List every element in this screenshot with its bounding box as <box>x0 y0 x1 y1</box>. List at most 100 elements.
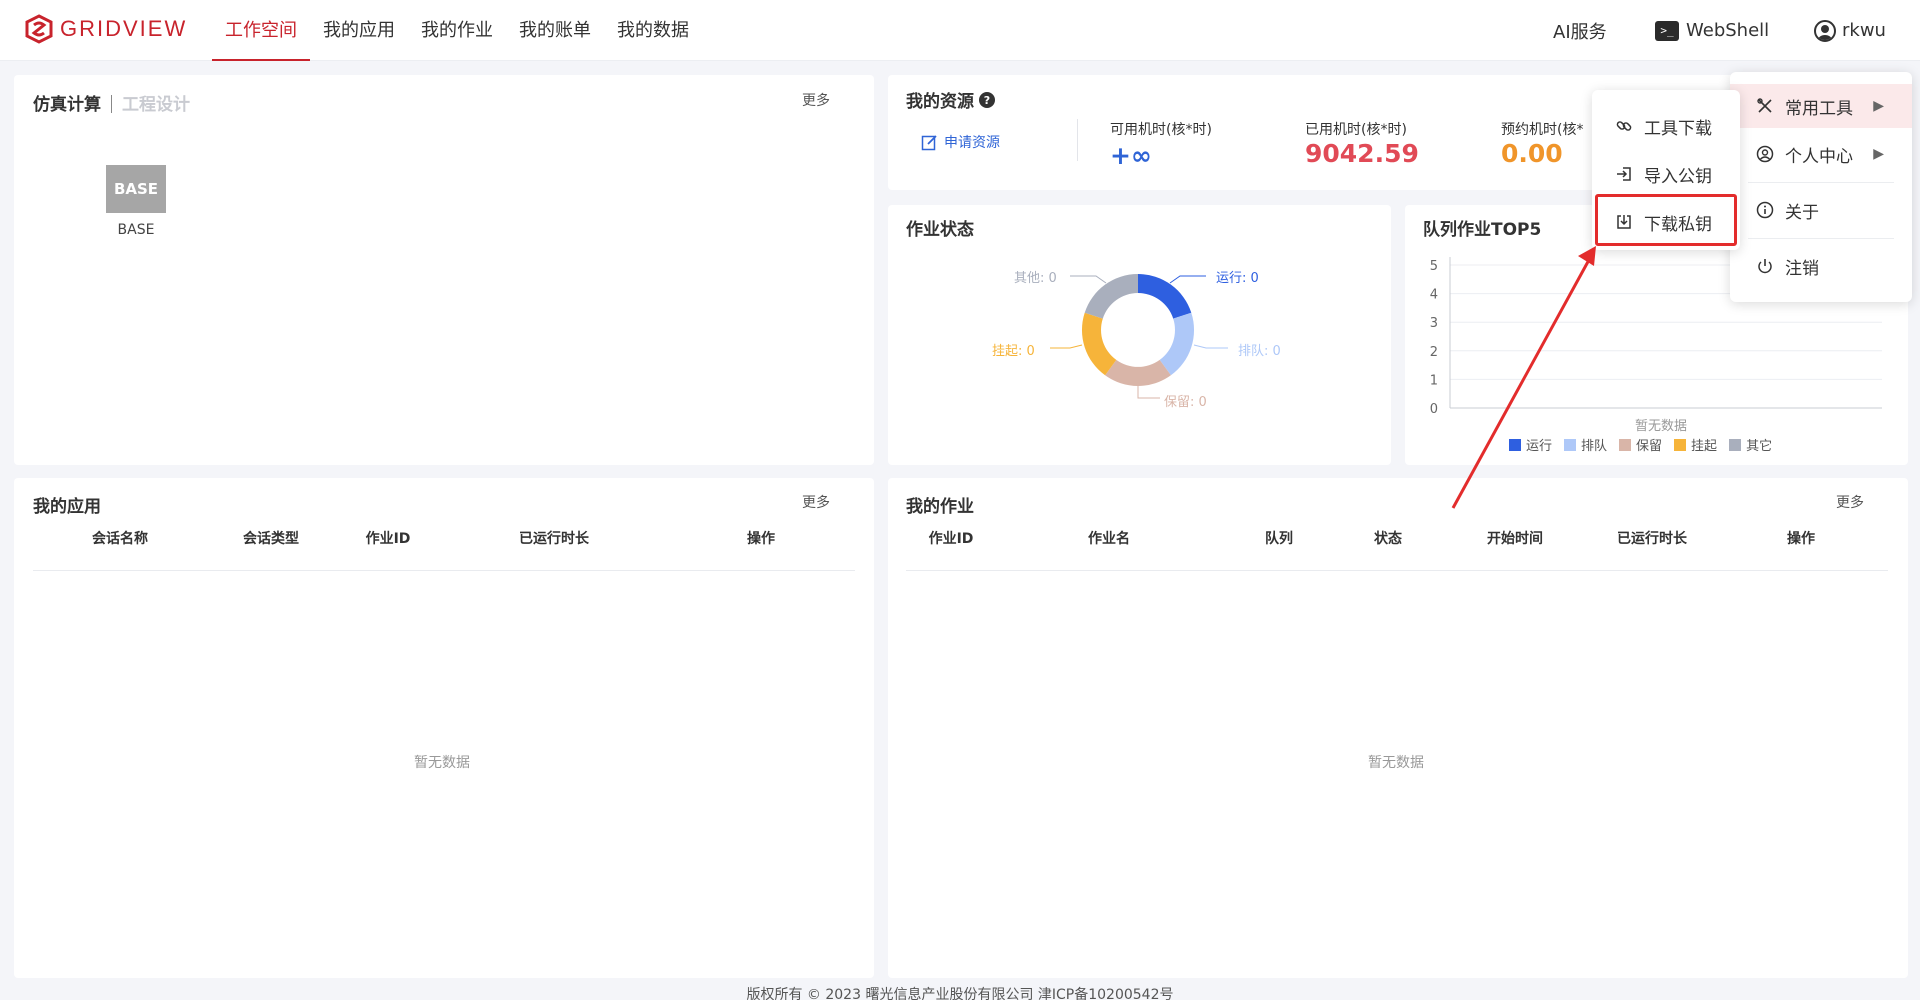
user-circle-icon <box>1755 144 1775 164</box>
donut-slice-other[interactable] <box>1084 274 1138 319</box>
col-runtime: 已运行时长 <box>1617 531 1687 547</box>
webshell-link[interactable]: >_ WebShell <box>1655 0 1769 61</box>
col-job-id: 作业ID <box>365 531 411 547</box>
y-tick-label: 4 <box>1430 288 1438 303</box>
menu-logout[interactable]: 注销 <box>1730 244 1912 288</box>
legend-item[interactable]: 其它 <box>1729 435 1772 454</box>
base-app-tile[interactable]: BASE <box>106 165 166 213</box>
submenu-tool-download-label: 工具下载 <box>1644 118 1712 139</box>
y-tick-label: 2 <box>1430 345 1438 360</box>
legend-swatch <box>1619 438 1632 451</box>
legend-label: 运行 <box>1526 439 1553 454</box>
my-jobs-more-link[interactable]: 更多 <box>1836 492 1864 512</box>
resources-divider <box>1077 119 1078 161</box>
svg-text:?: ? <box>984 94 990 107</box>
menu-common-tools[interactable]: 常用工具 ▶ <box>1730 84 1912 128</box>
terminal-icon: >_ <box>1655 20 1679 41</box>
annotation-highlight-box <box>1595 194 1737 246</box>
legend-item[interactable]: 保留 <box>1619 435 1662 454</box>
info-icon <box>1755 200 1775 220</box>
my-jobs-header-divider <box>906 570 1888 571</box>
chevron-right-icon: ▶ <box>1873 146 1884 162</box>
leader-running <box>1169 275 1206 284</box>
nav-my-jobs[interactable]: 我的作业 <box>408 0 506 61</box>
col-job-id: 作业ID <box>928 531 974 547</box>
my-jobs-card: 我的作业 更多 作业ID 作业名 队列 状态 开始时间 已运行时长 操作 暂无数… <box>888 478 1908 978</box>
used-hours-label: 已用机时(核*时) <box>1305 122 1407 138</box>
base-app-label: BASE <box>117 222 155 238</box>
resources-title-wrap: 我的资源 ? <box>906 87 995 112</box>
job-status-donut <box>1050 274 1228 399</box>
tab-engineering[interactable]: 工程设计 <box>122 95 190 115</box>
y-tick-label: 1 <box>1430 373 1438 388</box>
menu-about[interactable]: 关于 <box>1730 188 1912 232</box>
legend-label: 排队 <box>1581 439 1608 454</box>
my-apps-card: 我的应用 更多 会话名称 会话类型 作业ID 已运行时长 操作 暂无数据 <box>14 478 874 978</box>
my-apps-header-divider <box>33 570 855 571</box>
menu-common-tools-label: 常用工具 <box>1785 98 1853 119</box>
legend-item[interactable]: 排队 <box>1564 435 1607 454</box>
submenu-import-public-key[interactable]: 导入公钥 <box>1592 152 1740 196</box>
legend-swatch <box>1674 438 1687 451</box>
used-hours-value: 9042.59 <box>1305 139 1419 168</box>
top-header: GRIDVIEW 工作空间 我的应用 我的作业 我的账单 我的数据 AI服务 >… <box>0 0 1920 61</box>
my-jobs-empty-text: 暂无数据 <box>1368 755 1424 771</box>
legend-item[interactable]: 挂起 <box>1674 435 1717 454</box>
user-dropdown-menu: 常用工具 ▶ 个人中心 ▶ 关于 注销 <box>1730 72 1912 302</box>
simulation-card: 仿真计算 工程设计 更多 BASE BASE <box>14 75 874 465</box>
nav-workspace[interactable]: 工作空间 <box>212 0 310 61</box>
y-tick-label: 3 <box>1430 316 1438 331</box>
my-jobs-table-header: 作业ID 作业名 队列 状态 开始时间 已运行时长 操作 <box>906 528 1888 548</box>
link-icon <box>1614 116 1634 136</box>
user-avatar-icon <box>1814 19 1836 42</box>
my-apps-table-header: 会话名称 会话类型 作业ID 已运行时长 操作 <box>33 528 855 548</box>
menu-profile-label: 个人中心 <box>1785 146 1853 167</box>
sim-more-link[interactable]: 更多 <box>802 90 830 110</box>
tools-icon <box>1755 96 1775 116</box>
chart-legend: 运行 排队 保留 挂起 其它 <box>1509 435 1772 454</box>
legend-label: 挂起 <box>1691 439 1718 454</box>
nav-my-apps[interactable]: 我的应用 <box>310 0 408 61</box>
nav-my-bills[interactable]: 我的账单 <box>506 0 604 61</box>
user-menu-trigger[interactable]: rkwu <box>1814 0 1886 61</box>
col-status: 状态 <box>1374 531 1402 547</box>
donut-label-suspended: 挂起: 0 <box>992 344 1035 359</box>
col-queue: 队列 <box>1265 531 1293 547</box>
reserved-hours-value: 0.00 <box>1501 139 1563 168</box>
power-icon <box>1755 256 1775 276</box>
donut-slice-held[interactable] <box>1105 359 1171 386</box>
sim-tabs: 仿真计算 工程设计 <box>33 90 190 115</box>
donut-label-running: 运行: 0 <box>1216 271 1259 286</box>
ai-service-link[interactable]: AI服务 <box>1553 0 1607 61</box>
submenu-tool-download[interactable]: 工具下载 <box>1592 104 1740 148</box>
col-actions: 操作 <box>1787 531 1815 547</box>
legend-item[interactable]: 运行 <box>1509 435 1552 454</box>
nav-my-data[interactable]: 我的数据 <box>604 0 702 61</box>
donut-slice-running[interactable] <box>1138 274 1192 319</box>
menu-profile[interactable]: 个人中心 ▶ <box>1730 132 1912 176</box>
logo[interactable]: GRIDVIEW <box>24 14 187 44</box>
col-session-type: 会话类型 <box>243 531 299 547</box>
apply-resource-link[interactable]: 申请资源 <box>921 132 1000 152</box>
col-job-name: 作业名 <box>1088 531 1130 547</box>
reserved-hours-label: 预约机时(核* <box>1501 122 1584 138</box>
webshell-label: WebShell <box>1686 20 1770 41</box>
job-status-card: 作业状态 运行: 0 排队: 0 保留: 0 挂起: 0 其他: 0 <box>888 205 1391 465</box>
help-icon[interactable]: ? <box>979 91 995 108</box>
legend-label: 其它 <box>1746 439 1773 454</box>
my-apps-title: 我的应用 <box>33 497 101 517</box>
menu-about-label: 关于 <box>1785 202 1819 223</box>
gridview-logo-icon <box>25 14 53 44</box>
col-session-name: 会话名称 <box>92 531 148 547</box>
legend-swatch <box>1509 438 1521 451</box>
leader-suspended <box>1050 344 1083 349</box>
submenu-import-public-key-label: 导入公钥 <box>1644 166 1712 187</box>
my-apps-more-link[interactable]: 更多 <box>802 492 830 512</box>
donut-slice-suspended[interactable] <box>1081 312 1117 376</box>
chart-empty-text: 暂无数据 <box>1635 419 1688 434</box>
tab-simulation[interactable]: 仿真计算 <box>33 95 101 115</box>
donut-slice-queued[interactable] <box>1159 312 1195 376</box>
col-runtime: 已运行时长 <box>519 531 589 547</box>
y-tick-label: 0 <box>1430 402 1438 417</box>
chevron-right-icon: ▶ <box>1873 98 1884 114</box>
